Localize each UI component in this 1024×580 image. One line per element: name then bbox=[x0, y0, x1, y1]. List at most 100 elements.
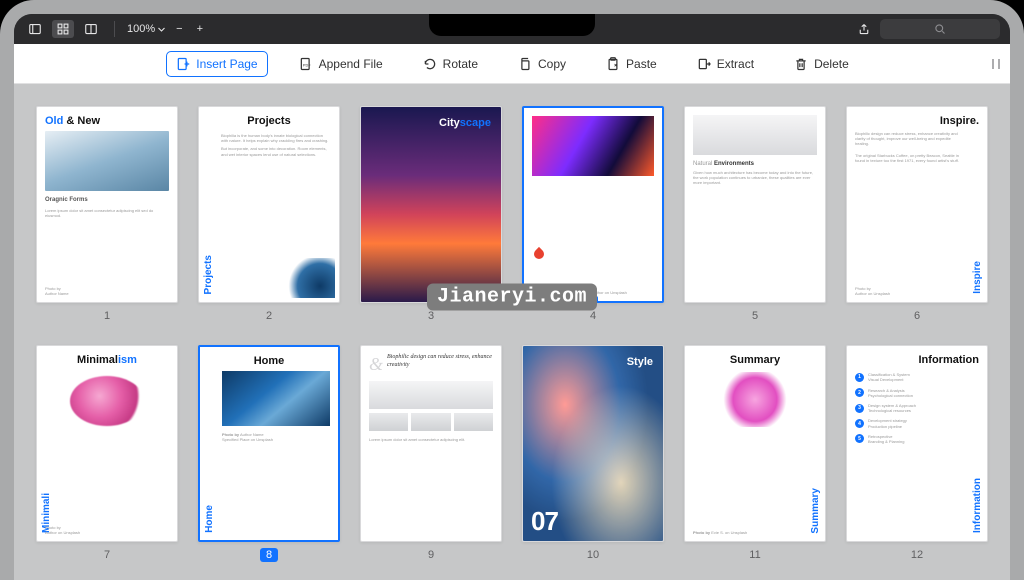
page-thumbnail[interactable]: Old & New Oragnic Forms Lorem ipsum dolo… bbox=[36, 106, 178, 303]
side-label: Home bbox=[204, 505, 215, 533]
body-text: Lorem ipsum dolor sit amet consectetur a… bbox=[45, 208, 169, 218]
page-item: Natural Environments Given how much arch… bbox=[684, 106, 826, 323]
page-thumbnail[interactable]: & Biophilic design can reduce stress, en… bbox=[360, 345, 502, 542]
page-thumbnail[interactable]: Summary Summary Photo by Evie S. on Unsp… bbox=[684, 345, 826, 542]
paste-button[interactable]: Paste bbox=[597, 52, 666, 76]
page-thumbnail[interactable]: Photo by Author on Unsplash bbox=[522, 106, 664, 303]
credit-text: Photo byAuthor Name bbox=[45, 286, 69, 296]
share-icon[interactable] bbox=[858, 23, 870, 35]
zoom-in-button[interactable]: + bbox=[193, 23, 207, 35]
zoom-group: 100% − + bbox=[127, 23, 207, 35]
page-number[interactable]: 4 bbox=[584, 309, 602, 323]
page-thumbnail[interactable]: Inspire. Inspire Biophilic design can re… bbox=[846, 106, 988, 303]
sidebar-toggle-button[interactable] bbox=[24, 20, 46, 38]
page-number[interactable]: 1 bbox=[98, 309, 116, 323]
paste-label: Paste bbox=[626, 57, 657, 71]
page-item: & Biophilic design can reduce stress, en… bbox=[360, 345, 502, 562]
side-label: Information bbox=[972, 478, 983, 533]
side-label: Projects bbox=[203, 255, 214, 294]
rotate-icon bbox=[423, 57, 437, 71]
search-icon bbox=[934, 23, 946, 35]
logo-mark bbox=[532, 247, 546, 261]
insert-page-icon bbox=[176, 57, 190, 71]
credit-text: Photo byAuthor on Unsplash bbox=[45, 525, 80, 535]
numbered-list: 1Classification & SystemVisual Developme… bbox=[855, 372, 965, 444]
page-number[interactable]: 5 bbox=[746, 309, 764, 323]
image-row bbox=[369, 413, 493, 431]
page-thumbnail[interactable]: Minimalism Minimali Photo byAuthor on Un… bbox=[36, 345, 178, 542]
page-item: Inspire. Inspire Biophilic design can re… bbox=[846, 106, 988, 323]
page-title: Summary bbox=[693, 354, 817, 366]
topbar-left-group: 100% − + bbox=[24, 20, 207, 38]
page-thumbnail[interactable]: Home Home Photo by Author NameSpecified … bbox=[198, 345, 340, 542]
search-input[interactable] bbox=[880, 19, 1000, 39]
overlay-title: Style bbox=[627, 356, 653, 368]
copy-button[interactable]: Copy bbox=[509, 52, 575, 76]
thumbnail-image bbox=[693, 115, 817, 155]
app-screen: 100% − + Insert Page PDF bbox=[14, 14, 1010, 580]
delete-button[interactable]: Delete bbox=[785, 52, 858, 76]
zoom-dropdown[interactable]: 100% bbox=[127, 23, 166, 35]
subtitle: Oragnic Forms bbox=[45, 197, 169, 205]
big-number: 07 bbox=[531, 506, 558, 537]
delete-label: Delete bbox=[814, 57, 849, 71]
append-file-icon: PDF bbox=[299, 57, 313, 71]
body-text: Lorem ipsum dolor sit amet consectetur a… bbox=[369, 437, 493, 442]
page-item: Home Home Photo by Author NameSpecified … bbox=[198, 345, 340, 562]
page-thumbnail[interactable]: Information Information 1Classification … bbox=[846, 345, 988, 542]
body-text: The original Starbucks Coffee, on pretty… bbox=[855, 153, 965, 163]
rotate-label: Rotate bbox=[443, 57, 478, 71]
body-text: Biophilia is the human body's innate bio… bbox=[221, 133, 331, 143]
copy-label: Copy bbox=[538, 57, 566, 71]
page-number[interactable]: 3 bbox=[422, 309, 440, 323]
extract-label: Extract bbox=[717, 57, 754, 71]
page-item: Projects Projects Biophilia is the human… bbox=[198, 106, 340, 323]
quote-text: Biophilic design can reduce stress, enha… bbox=[387, 354, 493, 370]
page-title: Inspire. bbox=[855, 115, 979, 127]
thumbnail-image bbox=[532, 116, 654, 176]
thumbnail-image bbox=[721, 372, 789, 427]
zoom-out-button[interactable]: − bbox=[172, 23, 186, 35]
split-view-button[interactable] bbox=[80, 20, 102, 38]
thumbnail-grid: Old & New Oragnic Forms Lorem ipsum dolo… bbox=[36, 106, 988, 562]
thumbnail-image bbox=[222, 371, 330, 426]
insert-page-label: Insert Page bbox=[196, 57, 257, 71]
page-number[interactable]: 2 bbox=[260, 309, 278, 323]
thumbnail-image bbox=[70, 376, 144, 426]
append-file-label: Append File bbox=[319, 57, 383, 71]
page-number[interactable]: 9 bbox=[422, 548, 440, 562]
extract-icon bbox=[697, 57, 711, 71]
trash-icon bbox=[794, 57, 808, 71]
copy-icon bbox=[518, 57, 532, 71]
rotate-button[interactable]: Rotate bbox=[414, 52, 487, 76]
page-thumbnail[interactable]: Style 07 bbox=[522, 345, 664, 542]
sidebar-icon bbox=[29, 23, 41, 35]
svg-text:PDF: PDF bbox=[302, 62, 310, 67]
page-number[interactable]: 8 bbox=[260, 548, 278, 562]
page-thumbnail[interactable]: Cityscape bbox=[360, 106, 502, 303]
page-number[interactable]: 11 bbox=[743, 548, 766, 562]
append-file-button[interactable]: PDF Append File bbox=[290, 52, 392, 76]
insert-page-button[interactable]: Insert Page bbox=[166, 51, 267, 77]
page-thumbnail[interactable]: Projects Projects Biophilia is the human… bbox=[198, 106, 340, 303]
extract-button[interactable]: Extract bbox=[688, 52, 763, 76]
credit-text: Photo byAuthor on Unsplash bbox=[855, 286, 890, 296]
page-number[interactable]: 6 bbox=[908, 309, 926, 323]
page-item: Information Information 1Classification … bbox=[846, 345, 988, 562]
page-title: Home bbox=[208, 355, 330, 367]
body-text: Biophilic design can reduce stress, enha… bbox=[855, 131, 965, 147]
decorative-image bbox=[285, 258, 335, 298]
credit-text: Photo by Author NameSpecified Place on U… bbox=[222, 432, 330, 442]
page-title: Information bbox=[855, 354, 979, 366]
page-thumbnail[interactable]: Natural Environments Given how much arch… bbox=[684, 106, 826, 303]
page-title: Projects bbox=[207, 115, 331, 127]
thumbnail-canvas[interactable]: Old & New Oragnic Forms Lorem ipsum dolo… bbox=[14, 84, 1010, 580]
page-number[interactable]: 12 bbox=[905, 548, 929, 562]
page-number[interactable]: 7 bbox=[98, 548, 116, 562]
grid-icon bbox=[57, 23, 69, 35]
page-number[interactable]: 10 bbox=[581, 548, 605, 562]
overlay-title: Cityscape bbox=[439, 117, 491, 129]
grid-view-button[interactable] bbox=[52, 20, 74, 38]
page-item: Style 07 10 bbox=[522, 345, 664, 562]
toolbar-end-handle[interactable] bbox=[992, 59, 1000, 69]
